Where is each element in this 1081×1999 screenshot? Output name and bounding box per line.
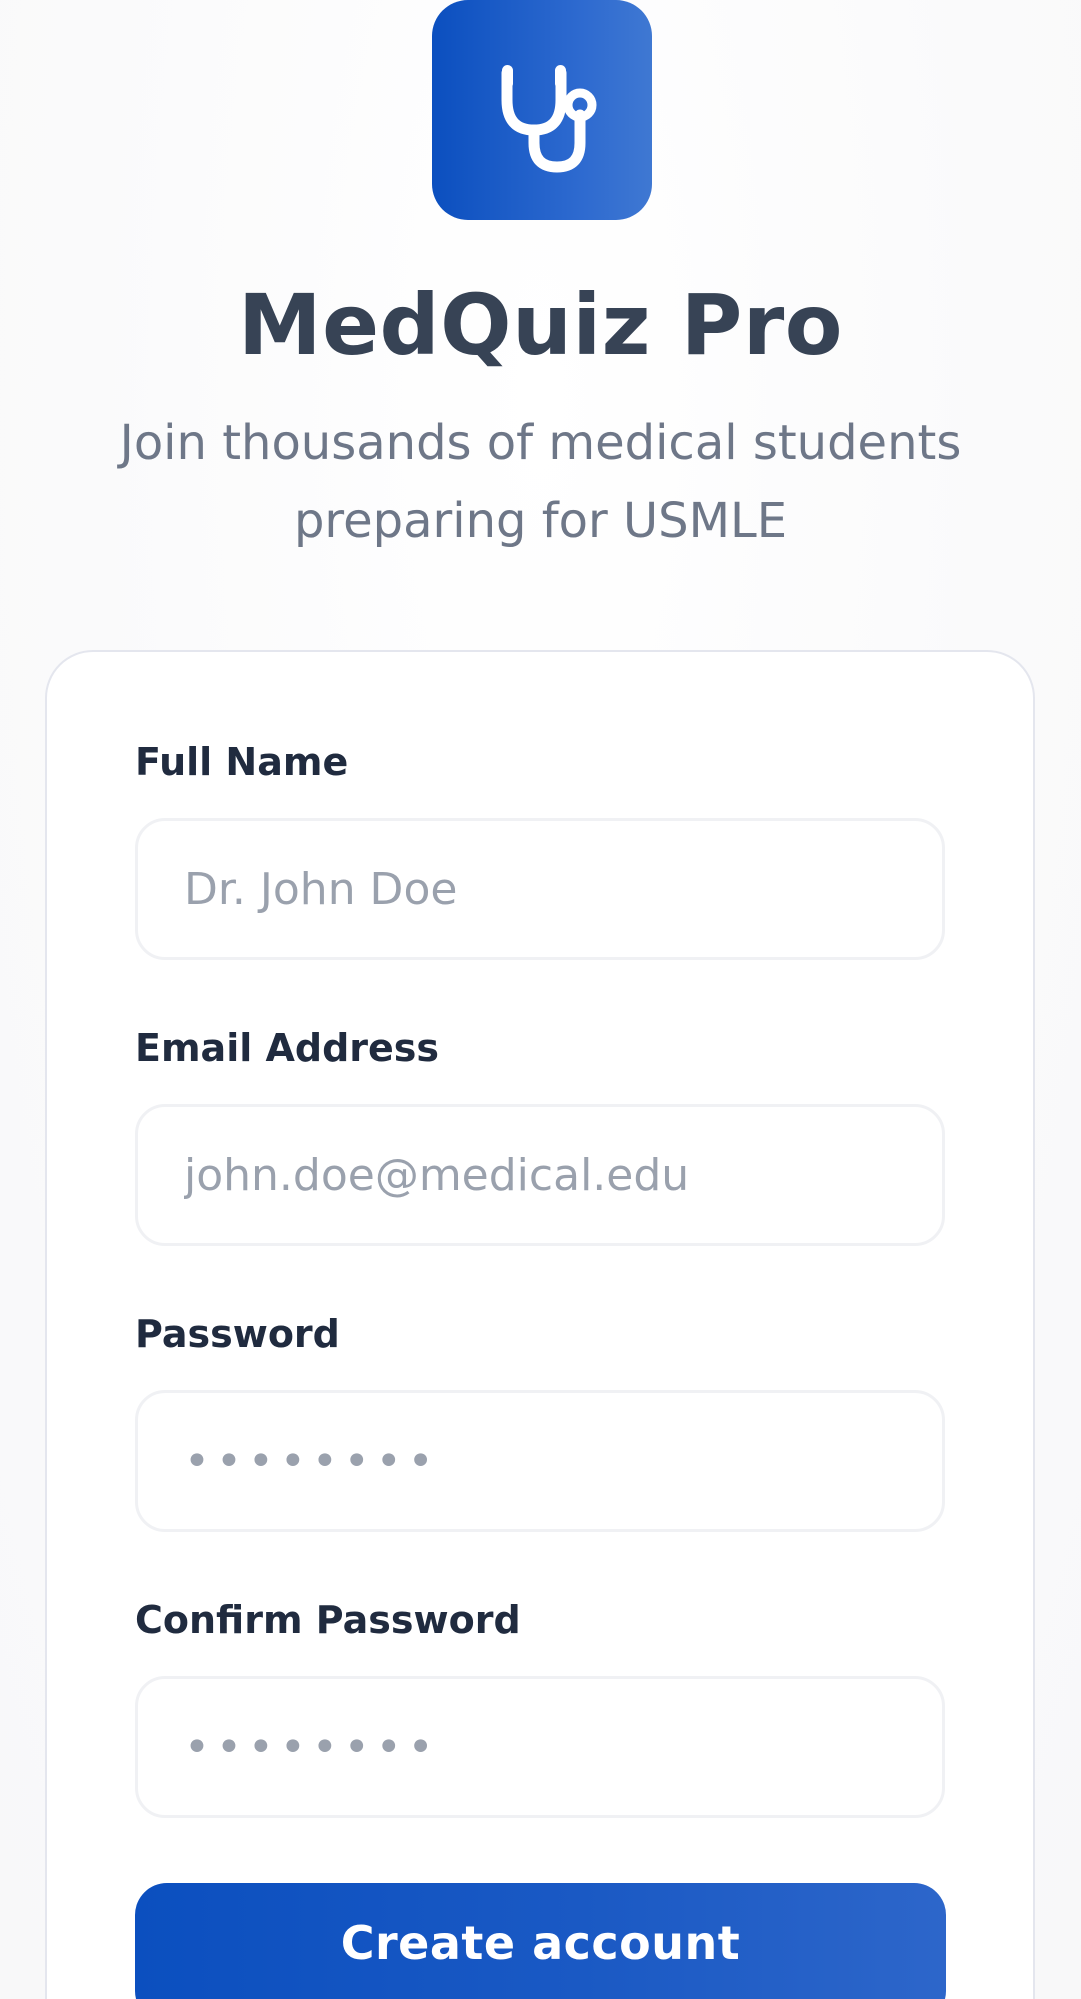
stethoscope-icon (501, 65, 597, 173)
app-subtitle: Join thousands of medical students prepa… (119, 415, 962, 549)
app-logo (432, 0, 652, 220)
email-input[interactable] (135, 1104, 945, 1246)
password-label: Password (135, 1312, 340, 1356)
full-name-label: Full Name (135, 740, 349, 784)
confirm-password-input[interactable] (135, 1676, 945, 1818)
create-account-button[interactable]: Create account (135, 1883, 946, 1999)
full-name-input[interactable] (135, 818, 945, 960)
confirm-password-label: Confirm Password (135, 1598, 521, 1642)
signup-page: MedQuiz Pro Join thousands of medical st… (0, 0, 1081, 1999)
email-label: Email Address (135, 1026, 440, 1070)
password-input[interactable] (135, 1390, 945, 1532)
app-title: MedQuiz Pro (237, 276, 844, 374)
